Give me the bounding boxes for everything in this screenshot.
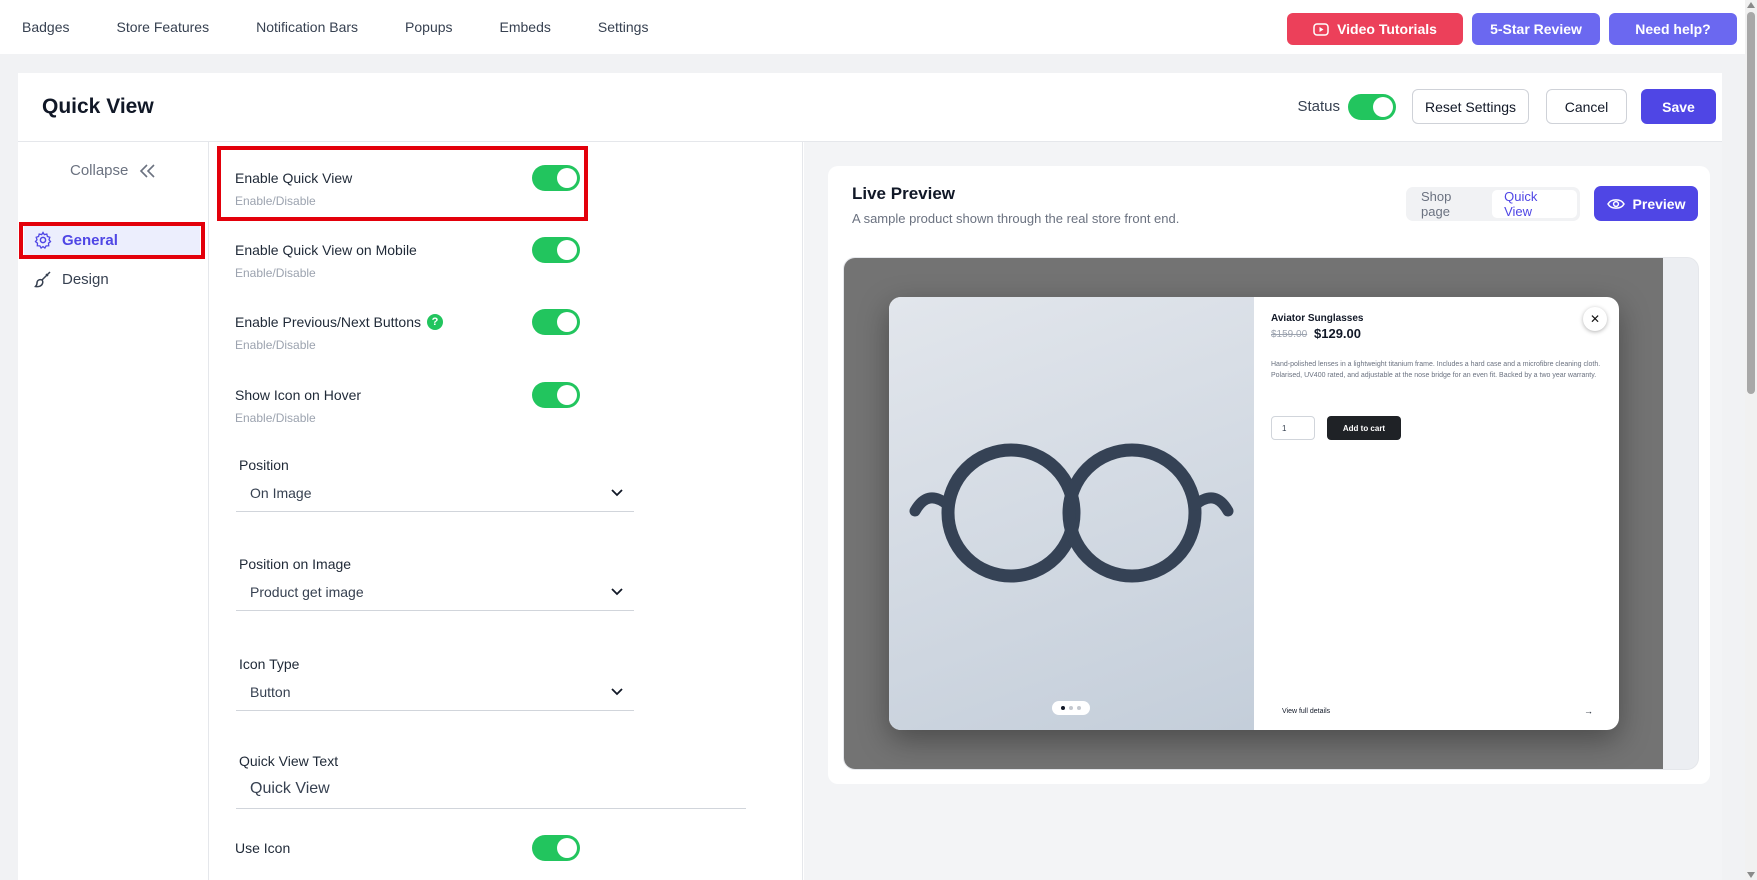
- product-description-line: Hand-polished lenses in a lightweight ti…: [1271, 361, 1601, 368]
- show-icon-hover-toggle[interactable]: [532, 382, 580, 408]
- preview-button-label: Preview: [1632, 195, 1686, 212]
- top-navigation: Badges Store Features Notification Bars …: [0, 0, 1745, 54]
- product-old-price: $159.00: [1271, 329, 1308, 340]
- setting-enable-quick-view: Enable Quick View Enable/Disable: [235, 165, 580, 208]
- position-label: Position: [239, 457, 289, 473]
- position-value: On Image: [250, 484, 312, 501]
- position-on-image-label: Position on Image: [239, 556, 352, 572]
- video-icon: [1313, 22, 1329, 36]
- cancel-button[interactable]: Cancel: [1546, 89, 1627, 124]
- reset-settings-button[interactable]: Reset Settings: [1412, 89, 1529, 124]
- enable-prev-next-toggle[interactable]: [532, 309, 580, 335]
- live-preview-card: Live Preview A sample product shown thro…: [828, 166, 1710, 784]
- card-header: Quick View Status Reset Settings Cancel …: [18, 73, 1722, 142]
- quick-view-text-label: Quick View Text: [239, 753, 339, 769]
- setting-label: Show Icon on Hover: [235, 387, 362, 403]
- page-scrollbar[interactable]: [1745, 0, 1757, 880]
- setting-sub: Enable/Disable: [235, 266, 316, 280]
- setting-enable-quick-view-mobile: Enable Quick View on Mobile Enable/Disab…: [235, 237, 580, 280]
- product-info: Aviator Sunglasses $159.00 $129.00 Hand-…: [1254, 297, 1619, 730]
- chevron-down-icon: [611, 489, 623, 497]
- scroll-up-icon[interactable]: [1747, 2, 1755, 8]
- scroll-down-icon[interactable]: [1747, 872, 1755, 878]
- nav-links: Badges Store Features Notification Bars …: [22, 19, 695, 35]
- preview-panel: Live Preview A sample product shown thro…: [804, 142, 1722, 880]
- icon-type-label: Icon Type: [239, 656, 300, 672]
- scrollbar-thumb[interactable]: [1747, 12, 1755, 394]
- tab-shop-page[interactable]: Shop page: [1409, 189, 1492, 219]
- icon-type-select[interactable]: Button: [236, 673, 634, 711]
- setting-label: Enable Previous/Next Buttons: [235, 314, 421, 330]
- position-on-image-value: Product get image: [250, 583, 364, 600]
- setting-sub: Enable/Disable: [235, 338, 316, 352]
- video-tutorials-button[interactable]: Video Tutorials: [1287, 13, 1463, 45]
- view-full-details-link[interactable]: View full details: [1282, 708, 1330, 715]
- page-title: Quick View: [42, 95, 154, 118]
- double-chevron-left-icon: [140, 163, 155, 178]
- chevron-down-icon: [611, 588, 623, 596]
- settings-card: Quick View Status Reset Settings Cancel …: [18, 73, 1722, 880]
- status-toggle[interactable]: [1348, 93, 1396, 120]
- add-to-cart-button[interactable]: Add to cart: [1327, 416, 1401, 440]
- chevron-down-icon: [611, 688, 623, 696]
- setting-label-row: Enable Previous/Next Buttons ?: [235, 314, 443, 330]
- product-name: Aviator Sunglasses: [1271, 313, 1364, 324]
- setting-sub: Enable/Disable: [235, 194, 316, 208]
- enable-quick-view-toggle[interactable]: [532, 165, 580, 191]
- setting-enable-prev-next: Enable Previous/Next Buttons ? Enable/Di…: [235, 309, 580, 352]
- sidebar: Collapse General Design: [18, 142, 209, 880]
- collapse-label: Collapse: [70, 162, 129, 179]
- tab-quick-view[interactable]: Quick View: [1492, 189, 1577, 219]
- highlight-box-general: [19, 222, 205, 259]
- quick-view-modal: Aviator Sunglasses $159.00 $129.00 Hand-…: [889, 297, 1619, 730]
- setting-label: Enable Quick View on Mobile: [235, 242, 417, 258]
- settings-panel: Enable Quick View Enable/Disable Enable …: [210, 142, 803, 880]
- nav-popups[interactable]: Popups: [405, 19, 452, 35]
- setting-label: Enable Quick View: [235, 170, 353, 186]
- preview-title: Live Preview: [852, 184, 956, 203]
- position-on-image-select[interactable]: Product get image: [236, 573, 634, 611]
- product-description-line: Polarised, UV400 rated, and adjustable a…: [1271, 372, 1597, 379]
- enable-quick-view-mobile-toggle[interactable]: [532, 237, 580, 263]
- preview-stage: Aviator Sunglasses $159.00 $129.00 Hand-…: [843, 257, 1699, 770]
- nav-notification-bars[interactable]: Notification Bars: [256, 19, 358, 35]
- header-actions: Status Reset Settings Cancel Save: [1297, 89, 1716, 124]
- quantity-input[interactable]: 1: [1271, 416, 1315, 440]
- icon-type-value: Button: [250, 683, 291, 700]
- quick-view-text-input[interactable]: Quick View: [236, 769, 746, 809]
- setting-use-icon: Use Icon: [235, 835, 580, 861]
- preview-button[interactable]: Preview: [1594, 186, 1698, 221]
- help-icon[interactable]: ?: [427, 314, 443, 330]
- setting-show-icon-hover: Show Icon on Hover Enable/Disable: [235, 382, 580, 425]
- setting-label: Use Icon: [235, 840, 291, 856]
- product-description: Hand-polished lenses in a lightweight ti…: [1271, 359, 1606, 381]
- arrow-right-icon: →: [1584, 706, 1593, 716]
- quick-view-text-value: Quick View: [250, 779, 330, 797]
- glasses-icon: [909, 443, 1234, 583]
- preview-tab-switch: Shop page Quick View: [1406, 187, 1580, 221]
- nav-embeds[interactable]: Embeds: [500, 19, 551, 35]
- nav-badges[interactable]: Badges: [22, 19, 69, 35]
- eye-icon: [1606, 198, 1625, 209]
- status-label: Status: [1297, 98, 1340, 115]
- nav-settings[interactable]: Settings: [598, 19, 649, 35]
- use-icon-toggle[interactable]: [532, 835, 580, 861]
- product-image: [889, 297, 1254, 730]
- close-icon[interactable]: ✕: [1583, 307, 1607, 331]
- top-actions: Video Tutorials 5-Star Review Need help?: [1287, 13, 1737, 45]
- sidebar-item-design[interactable]: Design: [24, 264, 200, 294]
- product-price: $129.00: [1314, 326, 1361, 341]
- video-tutorials-label: Video Tutorials: [1337, 21, 1437, 37]
- five-star-review-button[interactable]: 5-Star Review: [1472, 13, 1600, 45]
- need-help-button[interactable]: Need help?: [1609, 13, 1737, 45]
- save-button[interactable]: Save: [1641, 89, 1716, 124]
- setting-sub: Enable/Disable: [235, 411, 316, 425]
- preview-subtitle: A sample product shown through the real …: [852, 211, 1180, 226]
- brush-icon: [34, 271, 51, 288]
- collapse-button[interactable]: Collapse: [70, 162, 156, 179]
- image-carousel-dots[interactable]: [1052, 701, 1090, 715]
- nav-store-features[interactable]: Store Features: [116, 19, 209, 35]
- position-select[interactable]: On Image: [236, 474, 634, 512]
- sidebar-item-design-label: Design: [62, 270, 109, 288]
